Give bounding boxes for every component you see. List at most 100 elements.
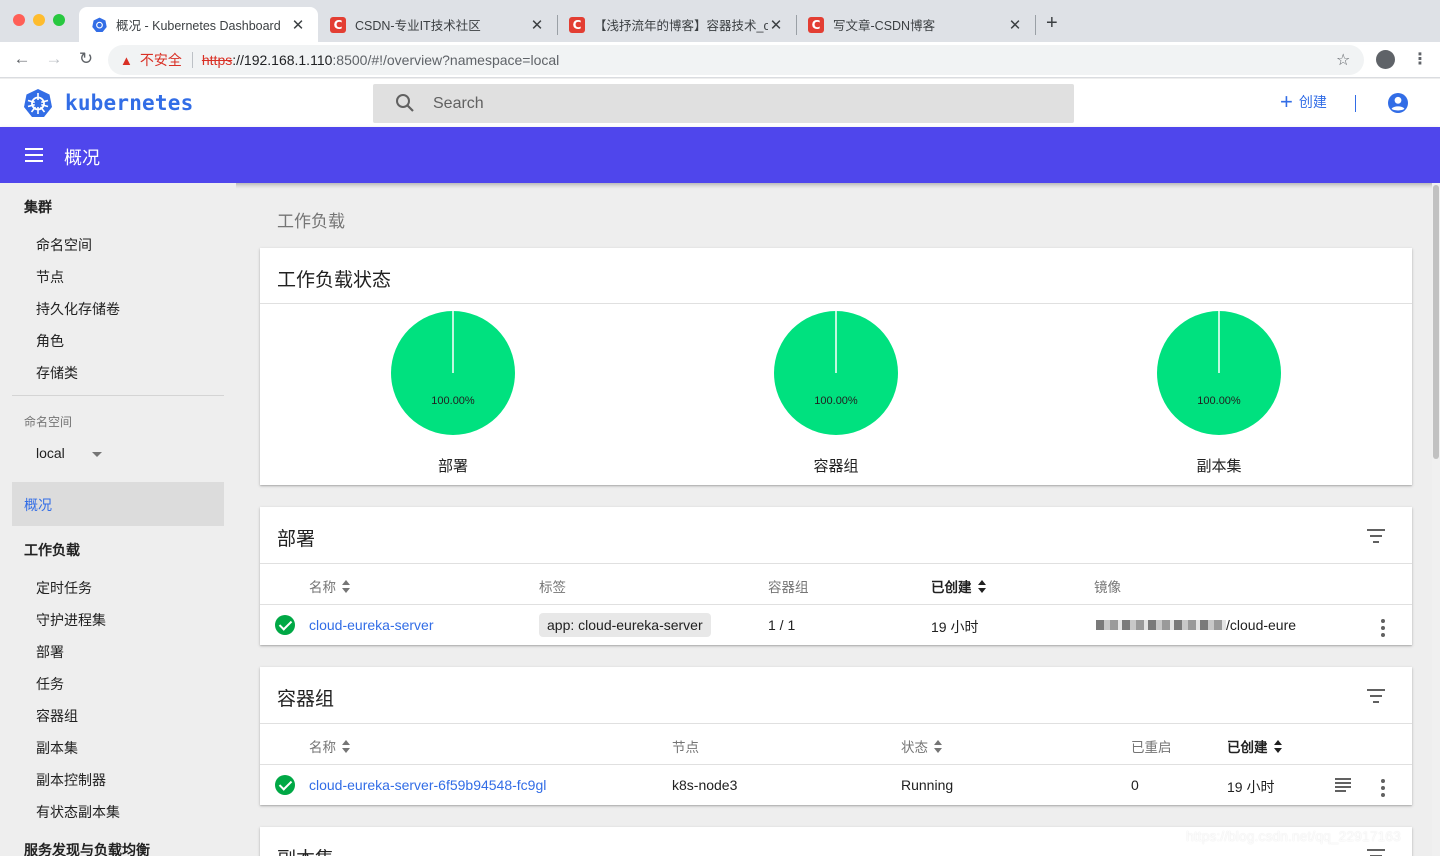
- browser-menu-icon[interactable]: ⋮: [1412, 49, 1428, 69]
- status-ok-icon: [275, 775, 295, 795]
- pod-name-link[interactable]: cloud-eureka-server-6f59b94548-fc9gl: [309, 777, 546, 793]
- sidebar-section-workloads[interactable]: 工作负载: [24, 540, 80, 560]
- search-input[interactable]: [433, 84, 1033, 123]
- namespace-select[interactable]: local: [36, 445, 104, 465]
- security-status[interactable]: 不安全: [140, 50, 182, 70]
- back-arrow-icon[interactable]: ←: [12, 49, 32, 69]
- column-header-label: 已创建: [1227, 740, 1268, 755]
- browser-tab-write[interactable]: C 写文章-CSDN博客 ✕: [796, 7, 1035, 42]
- sidebar-item-statefulsets[interactable]: 有状态副本集: [36, 802, 120, 822]
- close-tab-icon[interactable]: ✕: [290, 16, 306, 34]
- watermark: https://blog.csdn.net/qq_22917163: [1186, 828, 1401, 844]
- column-header-name[interactable]: 名称: [309, 576, 351, 596]
- close-tab-icon[interactable]: ✕: [529, 16, 545, 34]
- tab-title: 写文章-CSDN博客: [833, 19, 936, 33]
- brand-name[interactable]: kubernetes: [65, 91, 193, 115]
- card-divider: [260, 563, 1412, 564]
- sidebar-section-cluster[interactable]: 集群: [24, 197, 52, 217]
- pie-percent-label: 100.00%: [814, 395, 858, 407]
- browser-tab-strip: 概况 - Kubernetes Dashboard ✕ C CSDN-专业IT技…: [0, 0, 1440, 42]
- browser-tab-kubernetes[interactable]: 概况 - Kubernetes Dashboard ✕: [79, 7, 318, 42]
- sidebar-item-replicasets[interactable]: 副本集: [36, 738, 78, 758]
- maximize-window-button[interactable]: [53, 14, 65, 26]
- column-header-created[interactable]: 已创建: [931, 576, 987, 596]
- row-actions-menu-icon[interactable]: [1381, 619, 1385, 640]
- close-tab-icon[interactable]: ✕: [1007, 16, 1023, 34]
- column-header-node: 节点: [672, 736, 699, 756]
- account-circle-icon[interactable]: [1387, 92, 1409, 114]
- bookmark-star-icon[interactable]: ☆: [1336, 50, 1350, 70]
- kubernetes-logo-icon[interactable]: [23, 88, 53, 118]
- card-title: 副本集: [277, 844, 334, 856]
- label-chip: app: cloud-eureka-server: [539, 613, 711, 637]
- filter-icon[interactable]: [1366, 849, 1386, 856]
- column-header-pods: 容器组: [768, 576, 809, 596]
- sidebar-item-namespaces[interactable]: 命名空间: [36, 235, 92, 255]
- deployments-card: 部署 名称 标签 容器组 已创建 镜像 cloud-eureka-server …: [260, 507, 1412, 645]
- menu-hamburger-icon[interactable]: [25, 148, 43, 162]
- url-host: ://192.168.1.110: [232, 52, 333, 68]
- deployment-name-link[interactable]: cloud-eureka-server: [309, 617, 434, 633]
- filter-icon[interactable]: [1366, 529, 1386, 543]
- sidebar-item-daemonsets[interactable]: 守护进程集: [36, 610, 106, 630]
- status-ok-icon: [275, 615, 295, 635]
- pod-status: Running: [901, 777, 954, 793]
- create-button-label: 创建: [1298, 94, 1327, 110]
- table-header-divider: [260, 764, 1412, 765]
- browser-tab-csdn[interactable]: C CSDN-专业IT技术社区 ✕: [318, 7, 557, 42]
- close-window-button[interactable]: [13, 14, 25, 26]
- sidebar-item-replication-controllers[interactable]: 副本控制器: [36, 770, 106, 790]
- scrollbar-thumb[interactable]: [1433, 185, 1439, 459]
- pie-percent-label: 100.00%: [1197, 395, 1241, 407]
- create-button[interactable]: + 创建: [1280, 91, 1327, 113]
- forward-arrow-icon[interactable]: →: [44, 49, 64, 69]
- pod-restarts: 0: [1131, 777, 1139, 793]
- column-header-label: 节点: [672, 740, 699, 755]
- sidebar-divider: [12, 395, 224, 396]
- pie-chart-label: 副本集: [1196, 458, 1242, 475]
- table-header-divider: [260, 604, 1412, 605]
- address-bar[interactable]: ▲ 不安全 https://192.168.1.110:8500/#!/over…: [108, 45, 1364, 75]
- sidebar-item-overview[interactable]: 概况: [12, 482, 224, 526]
- reload-icon[interactable]: ↻: [76, 49, 96, 69]
- omnibox-divider: [191, 52, 193, 68]
- close-tab-icon[interactable]: ✕: [768, 16, 784, 34]
- sidebar-item-nodes[interactable]: 节点: [36, 267, 64, 287]
- pods-card: 容器组 名称 节点 状态 已重启 已创建 cloud-eureka-server…: [260, 667, 1412, 805]
- sidebar-item-persistent-volumes[interactable]: 持久化存储卷: [36, 299, 120, 319]
- sidebar-item-roles[interactable]: 角色: [36, 331, 64, 351]
- sidebar-item-cronjobs[interactable]: 定时任务: [36, 578, 92, 598]
- card-title: 部署: [277, 529, 316, 550]
- pie-chart: 100.00%: [1157, 311, 1281, 435]
- sidebar-item-label: 概况: [24, 497, 52, 513]
- browser-tab-blog[interactable]: C 【浅抒流年的博客】容器技术_or ✕: [557, 7, 796, 42]
- tab-title: 概况 - Kubernetes Dashboard: [116, 19, 281, 33]
- filter-icon[interactable]: [1366, 689, 1386, 703]
- sidebar-item-pods[interactable]: 容器组: [36, 706, 78, 726]
- sidebar-item-deployments[interactable]: 部署: [36, 642, 64, 662]
- card-divider: [260, 723, 1412, 724]
- tab-title: 【浅抒流年的博客】容器技术_or: [594, 19, 768, 33]
- sidebar-section-discovery[interactable]: 服务发现与负载均衡: [24, 840, 150, 856]
- page-title: 概况: [64, 148, 100, 168]
- search-bar[interactable]: [373, 84, 1074, 123]
- minimize-window-button[interactable]: [33, 14, 45, 26]
- column-header-name[interactable]: 名称: [309, 736, 351, 756]
- pie-chart-label: 部署: [437, 458, 468, 475]
- kubernetes-favicon-icon: [91, 17, 107, 33]
- sidebar-item-jobs[interactable]: 任务: [36, 674, 64, 694]
- sidebar-item-storage-classes[interactable]: 存储类: [36, 363, 78, 383]
- namespace-select-value: local: [36, 445, 65, 461]
- row-actions-menu-icon[interactable]: [1381, 779, 1385, 800]
- column-header-created[interactable]: 已创建: [1227, 736, 1283, 756]
- image-name: /cloud-eure: [1096, 617, 1296, 633]
- logs-icon[interactable]: [1335, 778, 1351, 792]
- pod-node: k8s-node3: [672, 777, 738, 793]
- column-header-status[interactable]: 状态: [901, 736, 943, 756]
- browser-profile-icon[interactable]: [1376, 50, 1395, 69]
- url-protocol: https: [201, 52, 233, 68]
- csdn-favicon-icon: C: [569, 16, 585, 33]
- new-tab-button[interactable]: +: [1046, 12, 1058, 35]
- column-header-restarts: 已重启: [1131, 736, 1172, 756]
- page-scrollbar[interactable]: [1432, 183, 1440, 856]
